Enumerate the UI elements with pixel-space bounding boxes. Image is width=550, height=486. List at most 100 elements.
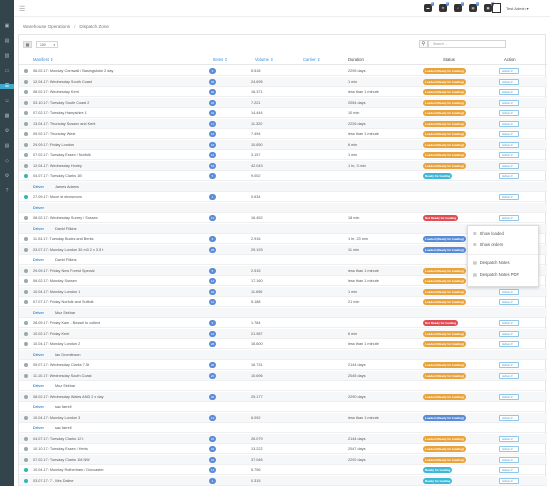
- table-row[interactable]: 10.02.17: Friday Kent 21 21.987 6 min Loaded…: [19, 328, 547, 339]
- avatar[interactable]: [492, 3, 501, 13]
- action-button[interactable]: Action ▾: [499, 435, 519, 442]
- hamburger-menu-icon[interactable]: ☰: [19, 5, 25, 13]
- help-icon[interactable]: ?: [4, 189, 10, 194]
- notification-chat-button[interactable]: ▤ 0: [469, 2, 479, 12]
- expand-row-icon[interactable]: [24, 289, 28, 294]
- expand-row-icon[interactable]: [24, 216, 28, 220]
- expand-row-icon[interactable]: [24, 373, 28, 378]
- action-button[interactable]: Action ▾: [499, 299, 519, 305]
- table-row[interactable]: 05.07.17: Wednesday Clarks 7.5t 20 16.731 2…: [19, 360, 547, 370]
- column-header-items[interactable]: Items ⇕: [213, 55, 228, 65]
- cog-icon[interactable]: ⚙: [4, 174, 10, 179]
- expand-row-icon[interactable]: [24, 111, 28, 115]
- action-button[interactable]: Action ▾: [499, 99, 519, 106]
- column-header-carrier[interactable]: Carrier ⇕: [303, 55, 320, 65]
- tag-icon[interactable]: ◇: [4, 159, 10, 164]
- notification-bell-button[interactable]: ♪ 4: [454, 2, 464, 12]
- table-row[interactable]: 29.09.17: Friday London 16 10.650 6 min Load…: [19, 139, 547, 150]
- gear-icon[interactable]: ⚙: [4, 129, 10, 134]
- table-row[interactable]: 04.07.17: Tuesday Clarks 1B 5 9.002 Ready f…: [19, 171, 547, 181]
- expand-row-icon[interactable]: [24, 342, 28, 346]
- action-button[interactable]: Action ▾: [499, 330, 519, 337]
- expand-row-icon[interactable]: [24, 69, 28, 73]
- breadcrumb-item-warehouse-operations[interactable]: Warehouse Operations: [23, 24, 70, 29]
- expand-row-icon[interactable]: [24, 121, 28, 126]
- expand-row-icon[interactable]: [24, 174, 28, 178]
- truck-icon[interactable]: ▭: [4, 69, 10, 74]
- table-row[interactable]: 12.04.17: Wednesday Horley 53 42.043 1 hr, …: [19, 160, 547, 171]
- table-row[interactable]: 10.04.17: Monday London 2 28 16.600 less th…: [19, 339, 547, 349]
- expand-row-icon[interactable]: [24, 268, 28, 273]
- action-button[interactable]: Action ▾: [499, 78, 519, 85]
- table-row[interactable]: 10.04.17: Monday London 1 20 11.696 1 min Lo…: [19, 286, 547, 297]
- expand-row-icon[interactable]: [24, 321, 28, 325]
- table-row[interactable]: 03.10.17: Tuesday South Coast 2 20 7.221 20…: [19, 97, 547, 108]
- expand-row-icon[interactable]: [24, 237, 28, 241]
- table-row[interactable]: 06.02.17: Monday Cornwall / Basingstoke …: [19, 66, 547, 76]
- expand-row-icon[interactable]: [24, 394, 28, 399]
- action-button[interactable]: Action ▾: [499, 362, 519, 368]
- expand-row-icon[interactable]: [24, 163, 28, 168]
- user-menu[interactable]: Test Admin ▾: [506, 6, 529, 11]
- dropdown-item-despatch-notes-pdf[interactable]: ▤ Despatch Notes PDF: [473, 272, 519, 277]
- file-icon[interactable]: ▤: [4, 144, 10, 149]
- dropdown-item-despatch-notes[interactable]: ▤ Despatch Notes: [473, 260, 510, 265]
- table-row[interactable]: 07.02.17: Tuesday Essex / Norfolk 14 3.157…: [19, 150, 547, 160]
- action-button[interactable]: Action ▾: [499, 141, 519, 148]
- action-button[interactable]: Action ▾: [499, 194, 519, 200]
- action-button[interactable]: Action ▾: [499, 477, 519, 484]
- table-row[interactable]: 09.02.17: Thursday West 16 7.494 less than …: [19, 129, 547, 139]
- calendar-icon[interactable]: ▦: [4, 114, 10, 119]
- action-button[interactable]: Action ▾: [499, 288, 519, 295]
- expand-row-icon[interactable]: [24, 468, 28, 472]
- column-header-volume[interactable]: Volume ⇕: [255, 55, 274, 65]
- table-row[interactable]: 12.04.17: Wednesday South Coast 36 24.695 1…: [19, 76, 547, 87]
- action-button[interactable]: Action ▾: [499, 120, 519, 127]
- user-icon[interactable]: ☺: [4, 99, 10, 104]
- expand-row-icon[interactable]: [24, 447, 28, 451]
- expand-row-icon[interactable]: [24, 415, 28, 420]
- table-row[interactable]: 08.02.17: Wednesday Wales AND 2 x day 30 2…: [19, 391, 547, 402]
- action-button[interactable]: Action ▾: [499, 372, 519, 379]
- expand-row-icon[interactable]: [24, 132, 28, 136]
- dropdown-item-show-loaded[interactable]: ☰ Show loaded: [473, 231, 504, 236]
- action-button[interactable]: Action ▾: [499, 68, 519, 74]
- action-button[interactable]: Action ▾: [499, 89, 519, 95]
- expand-row-icon[interactable]: [24, 331, 28, 336]
- page-size-select[interactable]: 100 ▾: [36, 41, 58, 48]
- table-row[interactable]: 04.07.17: Tuesday Clarks 12 t 34 26.079 214…: [19, 433, 547, 444]
- expand-row-icon[interactable]: [24, 436, 28, 441]
- expand-row-icon[interactable]: [24, 300, 28, 304]
- table-row[interactable]: 11.10.17: Wednesday South Coast 20 10.696 2…: [19, 370, 547, 381]
- notification-calendar-button[interactable]: ▦ 3: [484, 2, 494, 12]
- action-button[interactable]: Action ▾: [499, 110, 519, 116]
- table-row[interactable]: 07.02.17: Tuesday Hampshire 1 31 14.444 10 …: [19, 108, 547, 118]
- table-row[interactable]: 10.04.17: Monday London 3 14 6.092 less tha…: [19, 412, 547, 423]
- table-row[interactable]: 10.10.17: Tuesday Essex / Herts 33 13.222 2…: [19, 444, 547, 454]
- table-row[interactable]: 27.09.17: Move st showroom 1 0.634 Action ▾: [19, 192, 547, 202]
- action-button[interactable]: Action ▾: [499, 162, 519, 169]
- expand-row-icon[interactable]: [24, 247, 28, 252]
- expand-row-icon[interactable]: [24, 79, 28, 84]
- table-row[interactable]: 08.02.17: Wednesday Surrey / Sussex 14 16.…: [19, 213, 547, 223]
- box-icon[interactable]: ▧: [4, 54, 10, 59]
- notification-truck-button[interactable]: ▬ 0: [424, 2, 434, 12]
- table-row[interactable]: 07.07.17: Friday Norfolk and Suffolk 11 5.…: [19, 297, 547, 307]
- expand-row-icon[interactable]: [24, 279, 28, 283]
- chart-icon[interactable]: ▤: [4, 39, 10, 44]
- dashboard-icon[interactable]: ▣: [4, 24, 10, 29]
- expand-row-icon[interactable]: [24, 457, 28, 462]
- table-row[interactable]: 10.04.17: Monday Rotherham / Doncaster 13…: [19, 465, 547, 475]
- search-button[interactable]: ⚲: [419, 40, 428, 48]
- expand-row-icon[interactable]: [24, 100, 28, 105]
- action-button[interactable]: Action ▾: [499, 393, 519, 400]
- expand-row-icon[interactable]: [24, 195, 28, 199]
- expand-row-icon[interactable]: [24, 90, 28, 94]
- expand-row-icon[interactable]: [24, 478, 28, 483]
- search-input[interactable]: Search ...: [428, 40, 506, 48]
- table-row[interactable]: 13.04.17: Thursday Sussex and Kent 17 11.3…: [19, 118, 547, 129]
- table-row[interactable]: 08.02.17: Wednesday Kent 20 16.371 less tha…: [19, 87, 547, 97]
- table-row[interactable]: 07.02.17: Tuesday Clarks 1M NW 34 37.046 22…: [19, 454, 547, 465]
- table-row[interactable]: 03.07.17: 7 - Mrs Daline 1 0.315 Ready for …: [19, 475, 547, 486]
- action-button[interactable]: Action ▾: [499, 341, 519, 347]
